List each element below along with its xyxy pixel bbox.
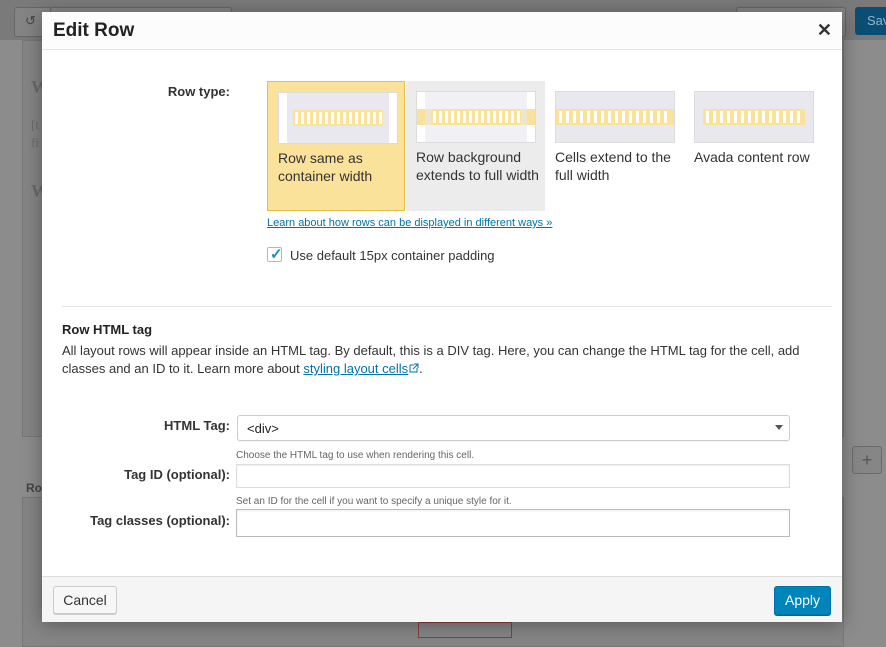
row-type-label: Row type: <box>167 84 230 99</box>
background-add-button: + <box>852 446 882 474</box>
row-type-thumbnail <box>555 91 675 143</box>
row-type-option-avada-content[interactable]: Avada content row <box>684 81 823 211</box>
default-padding-label[interactable]: Use default 15px container padding <box>290 248 495 263</box>
description-text: All layout rows will appear inside an HT… <box>62 343 800 376</box>
tag-id-label: Tag ID (optional): <box>124 467 230 482</box>
learn-row-display-link[interactable]: Learn about how rows can be displayed in… <box>267 217 552 229</box>
section-divider <box>62 306 832 307</box>
tag-classes-input[interactable] <box>236 509 790 537</box>
background-text: [t <box>31 117 39 132</box>
html-tag-section-description: All layout rows will appear inside an HT… <box>62 342 837 378</box>
html-tag-select[interactable]: <div> <box>237 415 790 441</box>
html-tag-value: <div> <box>247 421 279 436</box>
tag-classes-label: Tag classes (optional): <box>90 513 230 528</box>
tag-id-help: Set an ID for the cell if you want to sp… <box>236 496 512 507</box>
row-type-option-label: Row same as container width <box>278 150 373 184</box>
apply-button[interactable]: Apply <box>774 586 831 615</box>
external-link-icon <box>409 363 419 373</box>
dialog-footer: Cancel Apply <box>42 576 842 622</box>
background-placeholder <box>418 622 512 638</box>
html-tag-section-title: Row HTML tag <box>62 322 153 337</box>
row-type-option-full-background[interactable]: Row background extends to full width <box>406 81 545 211</box>
html-tag-help: Choose the HTML tag to use when renderin… <box>236 450 475 461</box>
checkmark-icon: ✓ <box>270 246 283 263</box>
row-type-option-label: Row background extends to full width <box>416 149 539 183</box>
background-text-2: fi <box>31 135 39 150</box>
row-type-option-container-width[interactable]: Row same as container width <box>267 81 405 211</box>
description-end: . <box>419 361 423 376</box>
dialog-header: Edit Row ✕ <box>42 12 842 50</box>
html-tag-label: HTML Tag: <box>164 418 230 433</box>
edit-row-dialog: Edit Row ✕ Row type: Row same as contain… <box>42 12 842 622</box>
close-icon[interactable]: ✕ <box>817 20 832 41</box>
row-type-option-label: Avada content row <box>694 149 810 165</box>
undo-icon: ↺ <box>25 13 36 28</box>
background-row-label: Ro <box>26 481 42 495</box>
default-padding-checkbox[interactable]: ✓ <box>267 246 283 263</box>
dialog-title: Edit Row <box>53 20 135 41</box>
styling-layout-cells-link[interactable]: styling layout cells <box>303 361 408 376</box>
row-type-thumbnail <box>416 91 536 143</box>
chevron-down-icon <box>775 425 783 430</box>
row-type-option-label: Cells extend to the full width <box>555 149 671 183</box>
cancel-button[interactable]: Cancel <box>53 586 117 614</box>
row-type-thumbnail <box>278 92 398 144</box>
save-button-background: Sav <box>855 7 886 35</box>
row-type-thumbnail <box>694 91 814 143</box>
tag-id-input[interactable] <box>236 464 790 488</box>
row-type-option-cells-full-width[interactable]: Cells extend to the full width <box>545 81 684 211</box>
